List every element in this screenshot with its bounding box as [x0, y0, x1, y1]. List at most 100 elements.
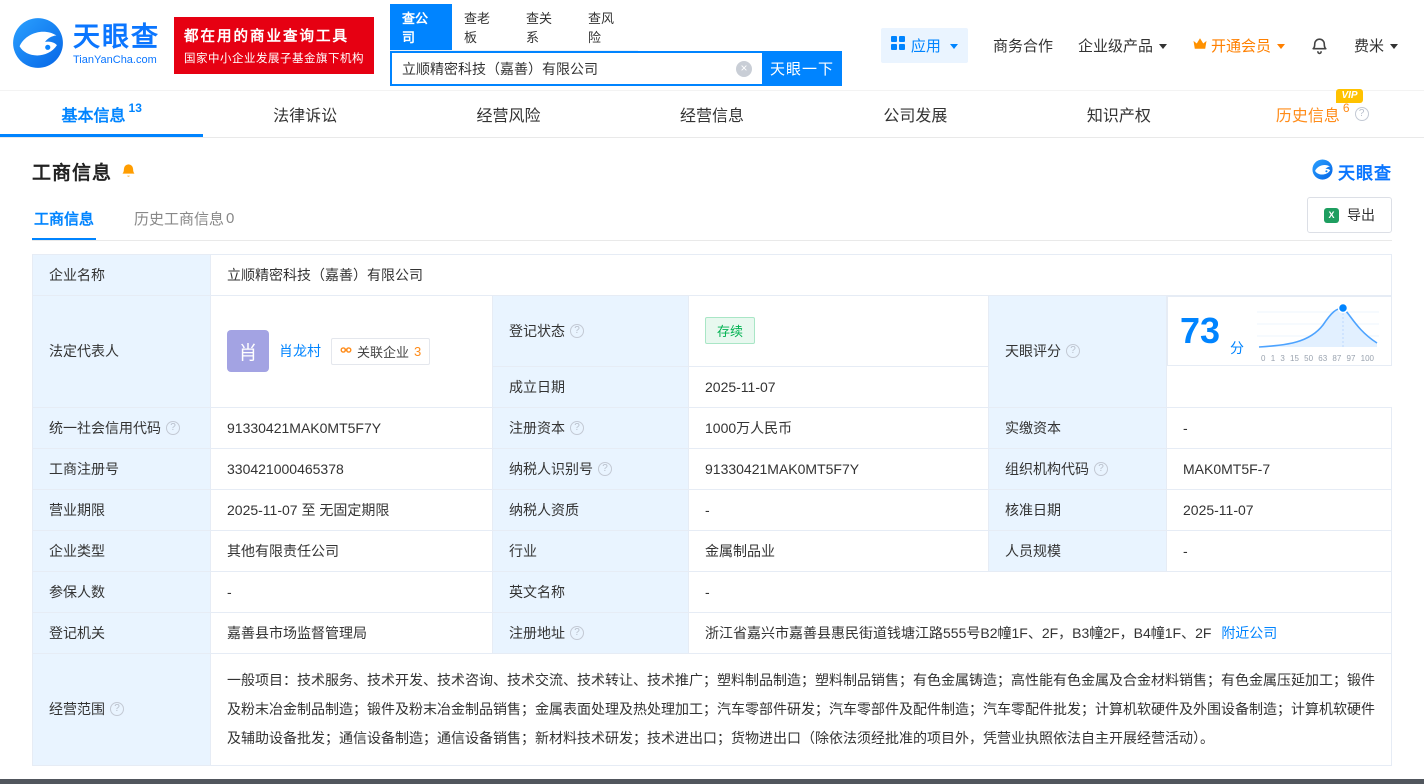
reg-capital-value: 1000万人民币	[689, 407, 989, 448]
tab-intellectual-property[interactable]: 知识产权	[1017, 91, 1220, 137]
table-row: 企业类型 其他有限责任公司 行业 金属制品业 人员规模 -	[33, 530, 1392, 571]
subtab-business-info[interactable]: 工商信息	[32, 197, 96, 240]
header: 天眼查 TianYanCha.com 都在用的商业查询工具 国家中小企业发展子基…	[0, 0, 1424, 90]
tab-count: 6	[1343, 101, 1350, 115]
company-nav-tabs: 基本信息 13 法律诉讼 经营风险 经营信息 公司发展 知识产权 历史信息 6 …	[0, 90, 1424, 138]
tab-count: 13	[129, 101, 142, 115]
field-label: 天眼评分	[989, 296, 1167, 408]
field-label: 企业类型	[33, 530, 211, 571]
company-name-value: 立顺精密科技（嘉善）有限公司	[211, 255, 1392, 296]
tab-label: 公司发展	[883, 102, 947, 126]
search-area: 查公司 查老板 查关系 查风险 天眼一下	[390, 4, 842, 86]
org-code-value: MAK0MT5F-7	[1167, 448, 1392, 489]
table-row: 工商注册号 330421000465378 纳税人识别号 91330421MAK…	[33, 448, 1392, 489]
promo-line2: 国家中小企业发展子基金旗下机构	[184, 50, 364, 66]
link-icon	[340, 344, 352, 359]
tab-legal-proceedings[interactable]: 法律诉讼	[203, 91, 406, 137]
est-date-value: 2025-11-07	[689, 366, 989, 407]
enterprise-product-menu[interactable]: 企业级产品	[1078, 35, 1167, 56]
chevron-down-icon	[1277, 44, 1285, 49]
logo-title: 天眼查	[73, 24, 160, 51]
export-button[interactable]: 导出	[1307, 197, 1392, 233]
vip-badge: VIP	[1336, 89, 1362, 103]
avatar[interactable]: 肖	[227, 330, 269, 372]
business-info-table: 企业名称 立顺精密科技（嘉善）有限公司 法定代表人 肖 肖龙村	[32, 254, 1392, 766]
paid-capital-value: -	[1167, 407, 1392, 448]
apps-button[interactable]: 应用	[881, 28, 968, 63]
related-count: 3	[414, 344, 421, 359]
related-company-badge[interactable]: 关联企业 3	[331, 338, 430, 365]
tab-company-development[interactable]: 公司发展	[814, 91, 1017, 137]
search-type-tabs: 查公司 查老板 查关系 查风险	[390, 4, 638, 51]
chevron-down-icon	[1159, 44, 1167, 49]
help-icon[interactable]	[110, 702, 124, 716]
field-label: 人员规模	[989, 530, 1167, 571]
tab-label: 基本信息	[62, 102, 126, 126]
apps-grid-icon	[891, 36, 905, 54]
search-tab-boss[interactable]: 查老板	[452, 4, 514, 50]
table-row: 营业期限 2025-11-07 至 无固定期限 纳税人资质 - 核准日期 202…	[33, 489, 1392, 530]
tab-basic-info[interactable]: 基本信息 13	[0, 91, 203, 137]
legal-rep-link[interactable]: 肖龙村	[279, 341, 321, 361]
field-label: 登记机关	[33, 612, 211, 653]
nearby-companies-link[interactable]: 附近公司	[1221, 625, 1277, 641]
help-icon[interactable]	[570, 324, 584, 338]
section-header: 工商信息 天眼查	[32, 158, 1392, 185]
score-cell: 73 分 0 1 3 1	[1167, 296, 1392, 366]
score-unit: 分	[1230, 338, 1244, 358]
tianyancha-page: 天眼查 TianYanCha.com 都在用的商业查询工具 国家中小企业发展子基…	[0, 0, 1424, 784]
field-label: 营业期限	[33, 489, 211, 530]
search-input[interactable]	[390, 51, 762, 86]
chevron-down-icon	[1390, 44, 1398, 49]
brand-watermark: 天眼查	[1312, 159, 1392, 185]
promo-line1: 都在用的商业查询工具	[184, 25, 364, 46]
subscribe-bell-icon[interactable]	[120, 163, 137, 180]
table-row: 参保人数 - 英文名称 -	[33, 571, 1392, 612]
reg-status-cell: 存续	[689, 296, 989, 367]
header-menu: 应用 商务合作 企业级产品 开通会员 费米	[881, 28, 1398, 63]
tab-history-info[interactable]: 历史信息 6 VIP	[1221, 91, 1424, 137]
field-label: 纳税人识别号	[493, 448, 689, 489]
business-cooperation-link[interactable]: 商务合作	[993, 35, 1053, 56]
table-row: 经营范围 一般项目：技术服务、技术开发、技术咨询、技术交流、技术转让、技术推广；…	[33, 653, 1392, 765]
search-box: 天眼一下	[390, 51, 842, 86]
enterprise-product-label: 企业级产品	[1078, 35, 1153, 56]
taxpayer-id-value: 91330421MAK0MT5F7Y	[689, 448, 989, 489]
reg-no-value: 330421000465378	[211, 448, 493, 489]
page-bottom-bar	[0, 779, 1424, 784]
help-icon[interactable]	[1094, 462, 1108, 476]
site-logo[interactable]: 天眼查 TianYanCha.com	[12, 17, 160, 74]
help-icon[interactable]	[1355, 107, 1369, 121]
score-chart: 0 1 3 15 50 63 87 97 100	[1257, 299, 1379, 363]
help-icon[interactable]	[166, 421, 180, 435]
help-icon[interactable]	[570, 626, 584, 640]
field-label: 核准日期	[989, 489, 1167, 530]
search-tab-risk[interactable]: 查风险	[576, 4, 638, 50]
tab-label: 知识产权	[1087, 102, 1151, 126]
search-button[interactable]: 天眼一下	[762, 51, 842, 86]
export-label: 导出	[1347, 205, 1375, 225]
help-icon[interactable]	[598, 462, 612, 476]
help-icon[interactable]	[570, 421, 584, 435]
insured-value: -	[211, 571, 493, 612]
field-label: 注册地址	[493, 612, 689, 653]
open-vip-label: 开通会员	[1211, 35, 1271, 56]
field-label: 工商注册号	[33, 448, 211, 489]
help-icon[interactable]	[1066, 344, 1080, 358]
company-type-value: 其他有限责任公司	[211, 530, 493, 571]
open-vip-menu[interactable]: 开通会员	[1192, 35, 1285, 56]
search-tab-relation[interactable]: 查关系	[514, 4, 576, 50]
subtab-count: 0	[226, 210, 234, 227]
tab-label: 历史信息	[1276, 102, 1340, 126]
clear-input-icon[interactable]	[736, 61, 752, 77]
user-menu[interactable]: 费米	[1354, 35, 1398, 56]
crown-icon	[1192, 37, 1208, 54]
main-content: 工商信息 天眼查	[0, 158, 1424, 766]
subtab-history-business-info[interactable]: 历史工商信息 0	[132, 197, 236, 240]
search-tab-company[interactable]: 查公司	[390, 4, 452, 50]
field-label: 行业	[493, 530, 689, 571]
tab-operation-info[interactable]: 经营信息	[610, 91, 813, 137]
notification-bell-button[interactable]	[1310, 36, 1329, 55]
tab-operation-risk[interactable]: 经营风险	[407, 91, 610, 137]
tab-label: 法律诉讼	[273, 102, 337, 126]
